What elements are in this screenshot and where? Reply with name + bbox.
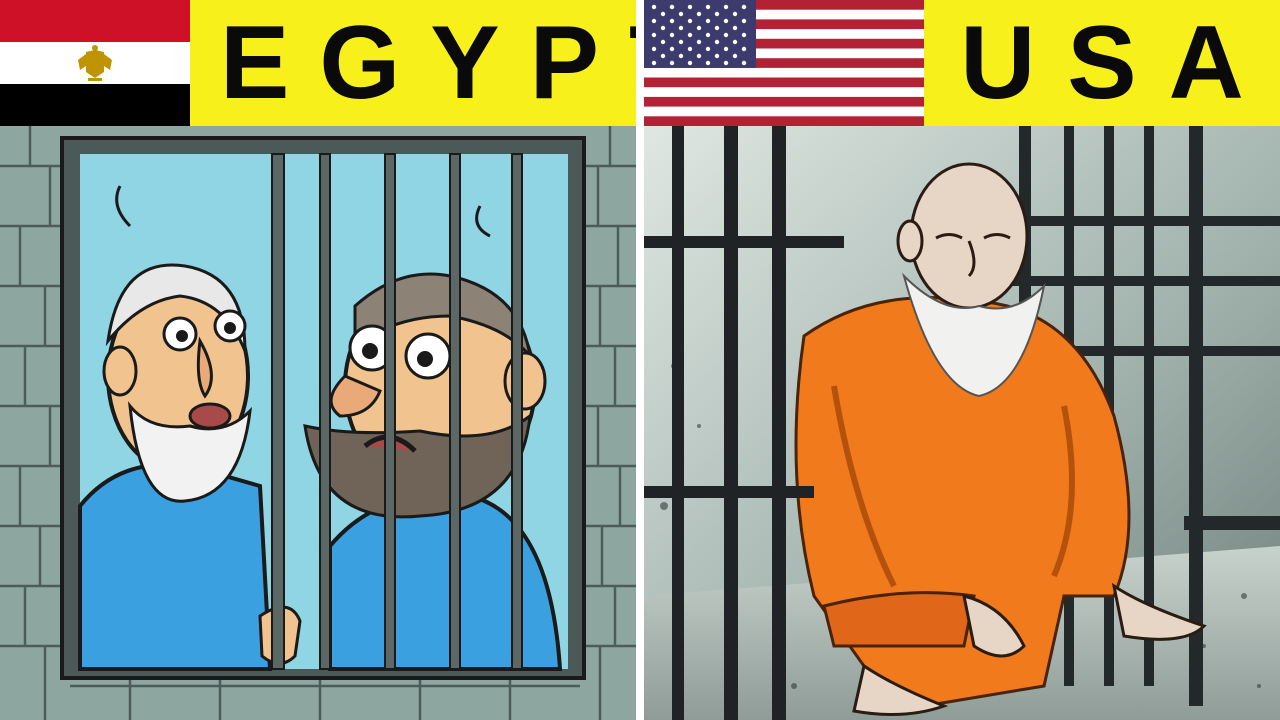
panel-divider	[636, 0, 644, 720]
country-name-egypt: EGYPT	[220, 5, 636, 121]
egypt-flag-icon	[0, 0, 190, 126]
thumbnail: EGYPT	[0, 0, 1280, 720]
country-name-usa: USA	[960, 5, 1276, 121]
usa-header: USA	[644, 0, 1280, 126]
usa-realistic-prison-scene	[644, 126, 1280, 720]
egypt-header: EGYPT	[0, 0, 636, 126]
usa-panel: USA	[644, 0, 1280, 720]
egypt-panel: EGYPT	[0, 0, 636, 720]
egypt-cartoon-prison-scene	[0, 126, 636, 720]
usa-flag-icon	[644, 0, 924, 126]
